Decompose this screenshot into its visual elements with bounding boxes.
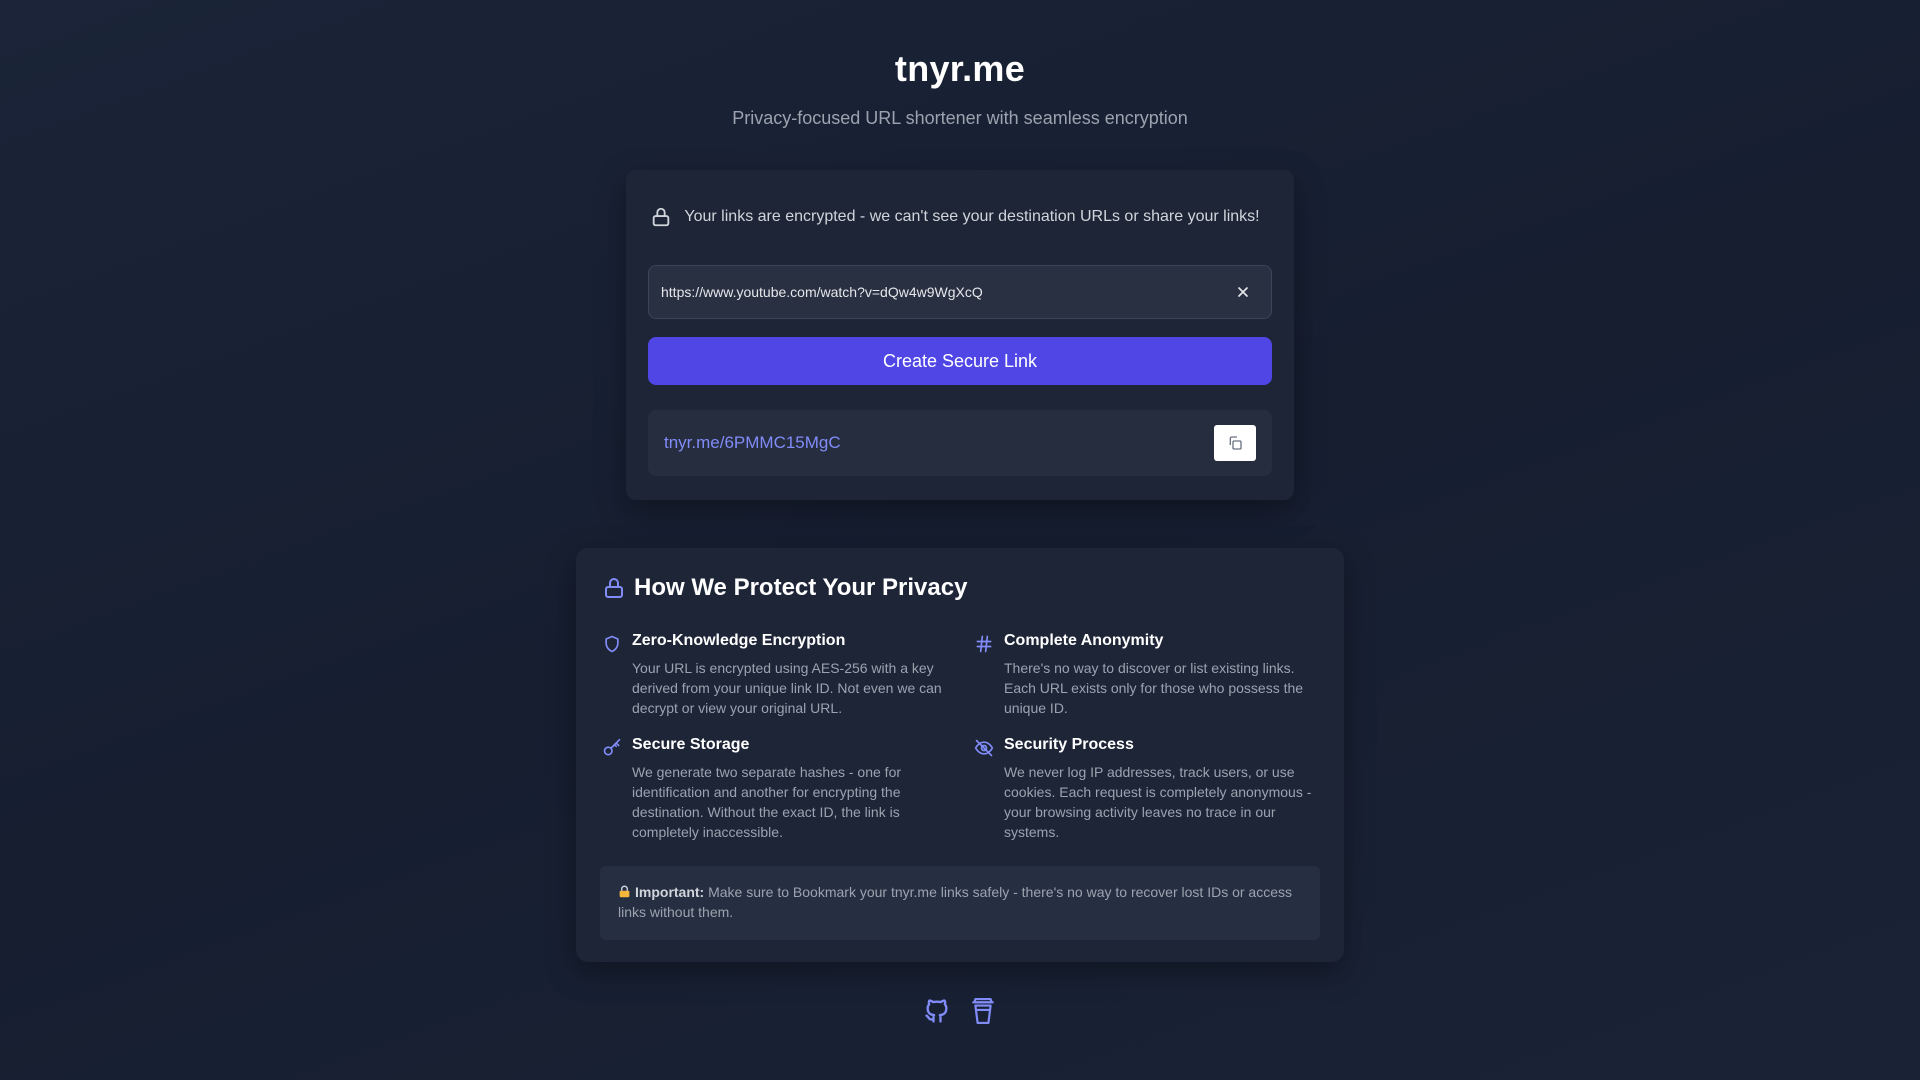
coffee-cup-icon bbox=[972, 998, 994, 1024]
encryption-notice-text: Your links are encrypted - we can't see … bbox=[684, 208, 1260, 225]
feature-title: Complete Anonymity bbox=[1004, 632, 1164, 649]
important-label: Important: bbox=[635, 884, 705, 900]
feature-title: Zero-Knowledge Encryption bbox=[632, 632, 846, 649]
feature-description: We never log IP addresses, track users, … bbox=[1004, 764, 1312, 840]
header: tnyr.me Privacy-focused URL shortener wi… bbox=[0, 48, 1920, 129]
key-icon bbox=[603, 738, 621, 756]
encryption-notice: Your links are encrypted - we can't see … bbox=[648, 192, 1272, 242]
site-title: tnyr.me bbox=[894, 48, 1026, 89]
hash-icon bbox=[976, 635, 992, 653]
shortener-card: Your links are encrypted - we can't see … bbox=[626, 170, 1294, 500]
result-box: tnyr.me/6PMMC15MgC bbox=[648, 410, 1272, 476]
feature-description: We generate two separate hashes - one fo… bbox=[632, 764, 902, 840]
padlock-icon bbox=[619, 885, 630, 898]
short-link[interactable]: tnyr.me/6PMMC15MgC bbox=[648, 433, 1214, 453]
eye-off-icon bbox=[974, 739, 994, 757]
privacy-heading: How We Protect Your Privacy bbox=[602, 574, 967, 602]
copy-icon bbox=[1229, 436, 1242, 450]
close-icon bbox=[1238, 287, 1248, 297]
privacy-title: How We Protect Your Privacy bbox=[634, 574, 968, 601]
feature-description: Your URL is encrypted using AES-256 with… bbox=[632, 660, 942, 716]
privacy-card: How We Protect Your Privacy Zero-Knowled… bbox=[576, 548, 1344, 962]
page: tnyr.me Privacy-focused URL shortener wi… bbox=[0, 0, 1920, 1080]
copy-button[interactable] bbox=[1214, 425, 1256, 461]
shield-icon bbox=[605, 635, 619, 653]
footer bbox=[0, 994, 1920, 1028]
lock-icon bbox=[605, 578, 623, 598]
important-text: Make sure to Bookmark your tnyr.me links… bbox=[618, 884, 1292, 920]
url-input[interactable] bbox=[649, 266, 1223, 318]
buy-me-a-coffee-link[interactable] bbox=[967, 994, 999, 1028]
feature-title: Secure Storage bbox=[632, 736, 750, 753]
important-note: Important: Make sure to Bookmark your tn… bbox=[600, 866, 1320, 940]
clear-button[interactable] bbox=[1223, 272, 1263, 312]
lock-icon bbox=[652, 207, 670, 227]
site-subtitle: Privacy-focused URL shortener with seaml… bbox=[732, 108, 1188, 128]
feature-description: There's no way to discover or list exist… bbox=[1004, 660, 1304, 716]
feature-title: Security Process bbox=[1004, 736, 1134, 753]
github-link[interactable] bbox=[921, 994, 953, 1028]
url-field bbox=[648, 265, 1272, 319]
github-icon bbox=[925, 999, 948, 1023]
create-secure-link-button[interactable]: Create Secure Link bbox=[648, 337, 1272, 385]
